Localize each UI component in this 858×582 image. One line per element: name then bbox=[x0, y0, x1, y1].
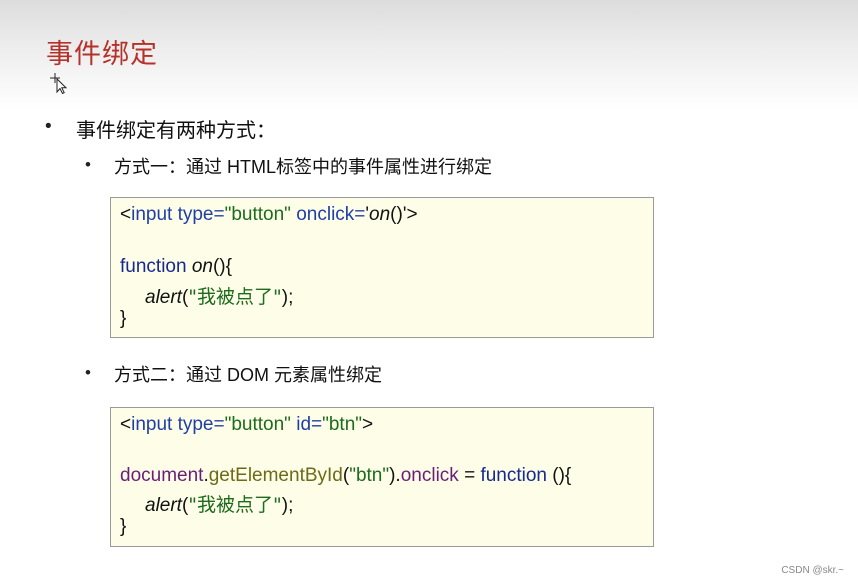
slide-title: 事件绑定 bbox=[46, 39, 158, 69]
code-token: type= bbox=[172, 204, 225, 225]
method-two-text: 方式二：通过 DOM 元素属性绑定 bbox=[114, 365, 382, 385]
code-token: (){ bbox=[212, 256, 232, 277]
code-line: } bbox=[120, 308, 126, 330]
code-token: alert bbox=[145, 287, 182, 308]
code-token: < bbox=[120, 204, 132, 225]
code-token: getElementById bbox=[208, 465, 343, 486]
code-block-one: <input type="button" onclick='on()'> fun… bbox=[110, 197, 654, 338]
csdn-watermark: CSDN @skr.~ bbox=[781, 565, 844, 576]
code-token: on bbox=[369, 204, 391, 225]
code-token: (){ bbox=[547, 465, 572, 486]
code-line: alert("我被点了"); bbox=[145, 282, 293, 309]
code-token: > bbox=[362, 414, 374, 435]
code-token: '> bbox=[402, 204, 418, 225]
code-line: document.getElementById("btn").onclick =… bbox=[120, 465, 571, 487]
code-line: <input type="button" id="btn"> bbox=[120, 414, 373, 436]
code-token: } bbox=[120, 308, 127, 329]
code-token: onclick bbox=[400, 465, 459, 486]
code-token: input bbox=[131, 204, 173, 225]
code-token: ); bbox=[281, 287, 294, 308]
code-token: ); bbox=[281, 495, 294, 516]
code-token: function bbox=[120, 256, 187, 277]
code-token: function bbox=[480, 465, 547, 486]
code-token: < bbox=[120, 414, 132, 435]
code-token: "btn" bbox=[349, 465, 390, 486]
code-token: "btn" bbox=[322, 414, 363, 435]
bullet-dot: • bbox=[85, 363, 91, 382]
move-cursor-icon bbox=[50, 73, 68, 94]
code-token: document bbox=[120, 465, 204, 486]
bullet-dot: • bbox=[45, 116, 52, 137]
code-line: } bbox=[120, 516, 126, 538]
code-token: type= bbox=[172, 414, 225, 435]
code-token: ). bbox=[389, 465, 401, 486]
code-token: } bbox=[120, 516, 127, 537]
intro-text: 事件绑定有两种方式： bbox=[76, 120, 276, 142]
code-token: onclick= bbox=[290, 204, 366, 225]
code-block-two: <input type="button" id="btn"> document.… bbox=[110, 407, 654, 547]
code-token: id= bbox=[290, 414, 323, 435]
method-one-text: 方式一：通过 HTML标签中的事件属性进行绑定 bbox=[114, 157, 492, 177]
code-token: = bbox=[458, 465, 481, 486]
code-token: () bbox=[390, 204, 403, 225]
code-token: "我被点了" bbox=[188, 286, 282, 308]
code-token: input bbox=[131, 414, 173, 435]
code-token: alert bbox=[145, 495, 182, 516]
code-line: alert("我被点了"); bbox=[145, 490, 293, 517]
bullet-dot: • bbox=[85, 155, 91, 174]
code-line: function on(){ bbox=[120, 256, 232, 278]
code-line: <input type="button" onclick='on()'> bbox=[120, 204, 418, 226]
code-token: "我被点了" bbox=[188, 494, 282, 516]
code-token: "button" bbox=[224, 414, 291, 435]
code-token: on bbox=[186, 256, 213, 277]
code-token: "button" bbox=[224, 204, 291, 225]
